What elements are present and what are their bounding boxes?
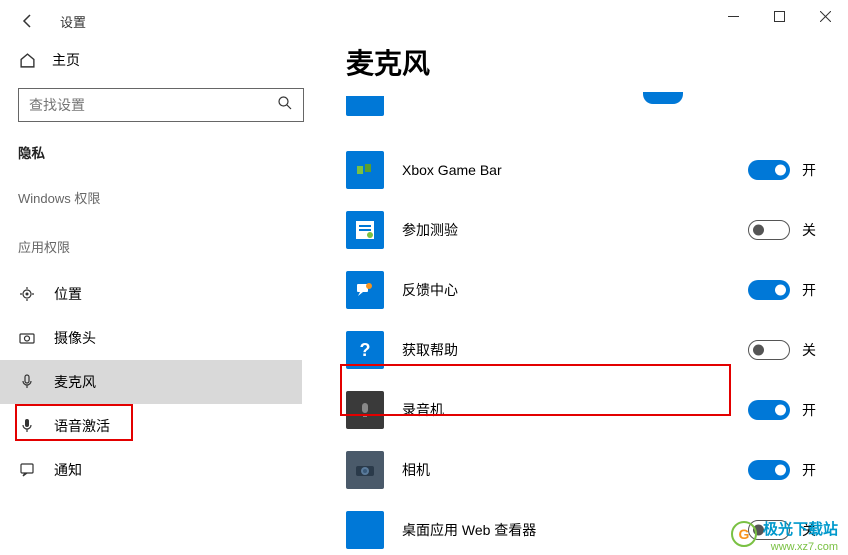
watermark-logo-icon: G [731,521,757,547]
home-icon [18,51,36,69]
maximize-button[interactable] [756,0,802,32]
toggle-state-label: 开 [802,460,818,480]
toggle-switch[interactable] [748,160,790,180]
search-icon [277,95,293,116]
subsection-app-permissions: 应用权限 [18,237,302,256]
toggle-switch[interactable] [748,460,790,480]
minimize-button[interactable] [710,0,756,32]
home-link[interactable]: 主页 [18,42,302,78]
sidebar-item-notifications[interactable]: 通知 [0,448,302,492]
annotation-sidebar-highlight [15,404,133,441]
toggle-state-label: 关 [802,340,818,360]
main-content: 麦克风 Xbox Game Bar 开 参加测验 关 反馈中心 开 [320,42,848,555]
watermark-name: 极光下载站 [763,518,838,539]
app-name-label: Xbox Game Bar [402,162,730,178]
section-header: 隐私 [18,142,302,162]
search-input[interactable] [29,97,277,113]
app-name-label: 相机 [402,460,730,480]
sidebar-item-label: 麦克风 [54,372,96,392]
app-name-label: 反馈中心 [402,280,730,300]
window-title: 设置 [60,12,86,31]
sidebar: 主页 隐私 Windows 权限 应用权限 位置 摄像头 麦克风 [0,42,320,555]
camera-icon [18,329,36,347]
toggle-switch[interactable] [748,280,790,300]
annotation-app-highlight [340,364,731,416]
notification-icon [18,461,36,479]
watermark-url: www.xz7.com [771,541,838,553]
page-title: 麦克风 [346,42,818,82]
app-row-feedback: 反馈中心 开 [346,260,818,320]
close-button[interactable] [802,0,848,32]
toggle-state-label: 开 [802,400,818,420]
app-name-label: 参加测验 [402,220,730,240]
sidebar-item-microphone[interactable]: 麦克风 [0,360,302,404]
camera-app-icon [346,451,384,489]
feedback-icon [346,271,384,309]
app-row-camera: 相机 开 [346,440,818,500]
sidebar-item-label: 位置 [54,284,82,304]
home-label: 主页 [52,50,80,70]
test-icon [346,211,384,249]
web-viewer-icon [346,511,384,549]
partial-toggle-cutoff[interactable] [643,92,683,104]
toggle-state-label: 开 [802,280,818,300]
toggle-switch[interactable] [748,340,790,360]
app-name-label: 桌面应用 Web 查看器 [402,520,730,540]
sidebar-item-label: 通知 [54,460,82,480]
toggle-switch[interactable] [748,220,790,240]
toggle-state-label: 关 [802,220,818,240]
sidebar-item-label: 摄像头 [54,328,96,348]
subsection-windows-permissions[interactable]: Windows 权限 [18,188,302,207]
location-icon [18,285,36,303]
search-input-wrapper[interactable] [18,88,304,122]
xbox-icon [346,151,384,189]
sidebar-item-camera[interactable]: 摄像头 [0,316,302,360]
toggle-switch[interactable] [748,400,790,420]
app-name-label: 获取帮助 [402,340,730,360]
back-button[interactable] [18,11,38,31]
toggle-state-label: 开 [802,160,818,180]
app-row [346,96,818,140]
app-icon [346,96,384,116]
app-row-test: 参加测验 关 [346,200,818,260]
watermark: G 极光下载站 www.xz7.com [731,518,838,549]
sidebar-item-location[interactable]: 位置 [0,272,302,316]
app-row-xbox-game-bar: Xbox Game Bar 开 [346,140,818,200]
microphone-icon [18,373,36,391]
